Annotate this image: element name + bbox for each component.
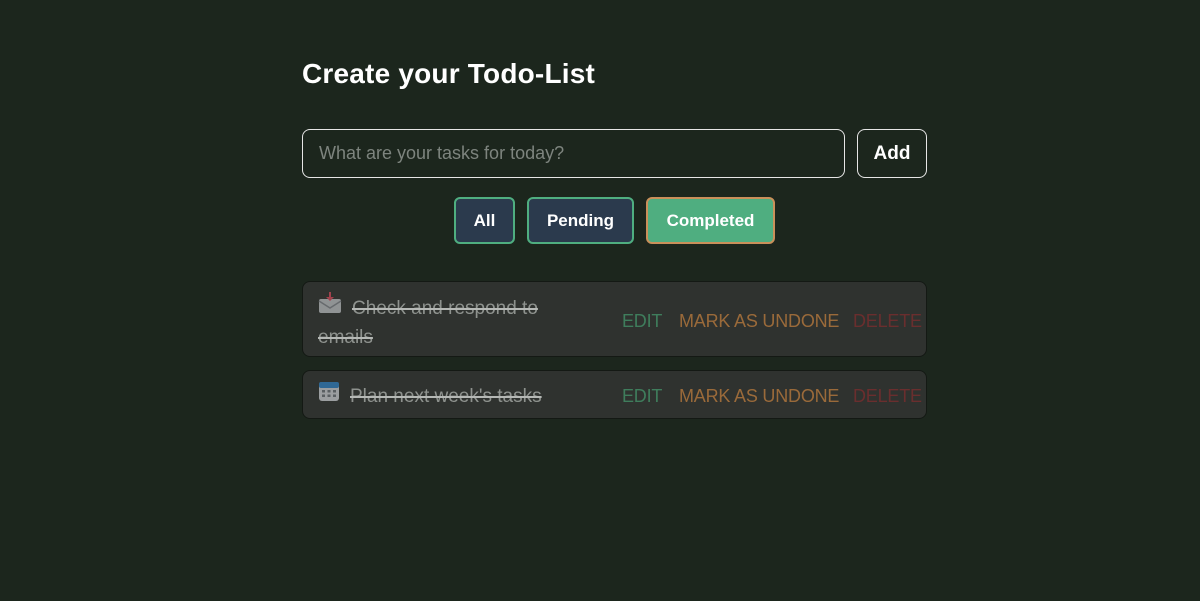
delete-button[interactable]: DELETE (853, 309, 922, 333)
task-item: Plan next week's tasks EDIT MARK AS UNDO… (302, 370, 927, 419)
filter-pending-button[interactable]: Pending (527, 197, 634, 244)
delete-button[interactable]: DELETE (853, 384, 922, 408)
task-text-container: Check and respond to emails (318, 292, 563, 351)
mark-as-undone-button[interactable]: MARK AS UNDONE (679, 309, 839, 333)
add-button[interactable]: Add (857, 129, 927, 178)
task-item: Check and respond to emails EDIT MARK AS… (302, 281, 927, 357)
calendar-icon (318, 380, 340, 410)
task-label: Plan next week's tasks (350, 386, 542, 408)
edit-button[interactable]: EDIT (622, 309, 662, 333)
task-text-container: Plan next week's tasks (318, 382, 598, 412)
page-title: Create your Todo-List (302, 58, 596, 89)
mark-as-undone-button[interactable]: MARK AS UNDONE (679, 384, 839, 408)
filter-all-button[interactable]: All (454, 197, 515, 244)
filter-completed-button[interactable]: Completed (646, 197, 775, 244)
task-input[interactable] (302, 129, 845, 178)
edit-button[interactable]: EDIT (622, 384, 662, 408)
task-label: Check and respond to emails (318, 298, 538, 348)
incoming-envelope-icon (318, 292, 342, 322)
